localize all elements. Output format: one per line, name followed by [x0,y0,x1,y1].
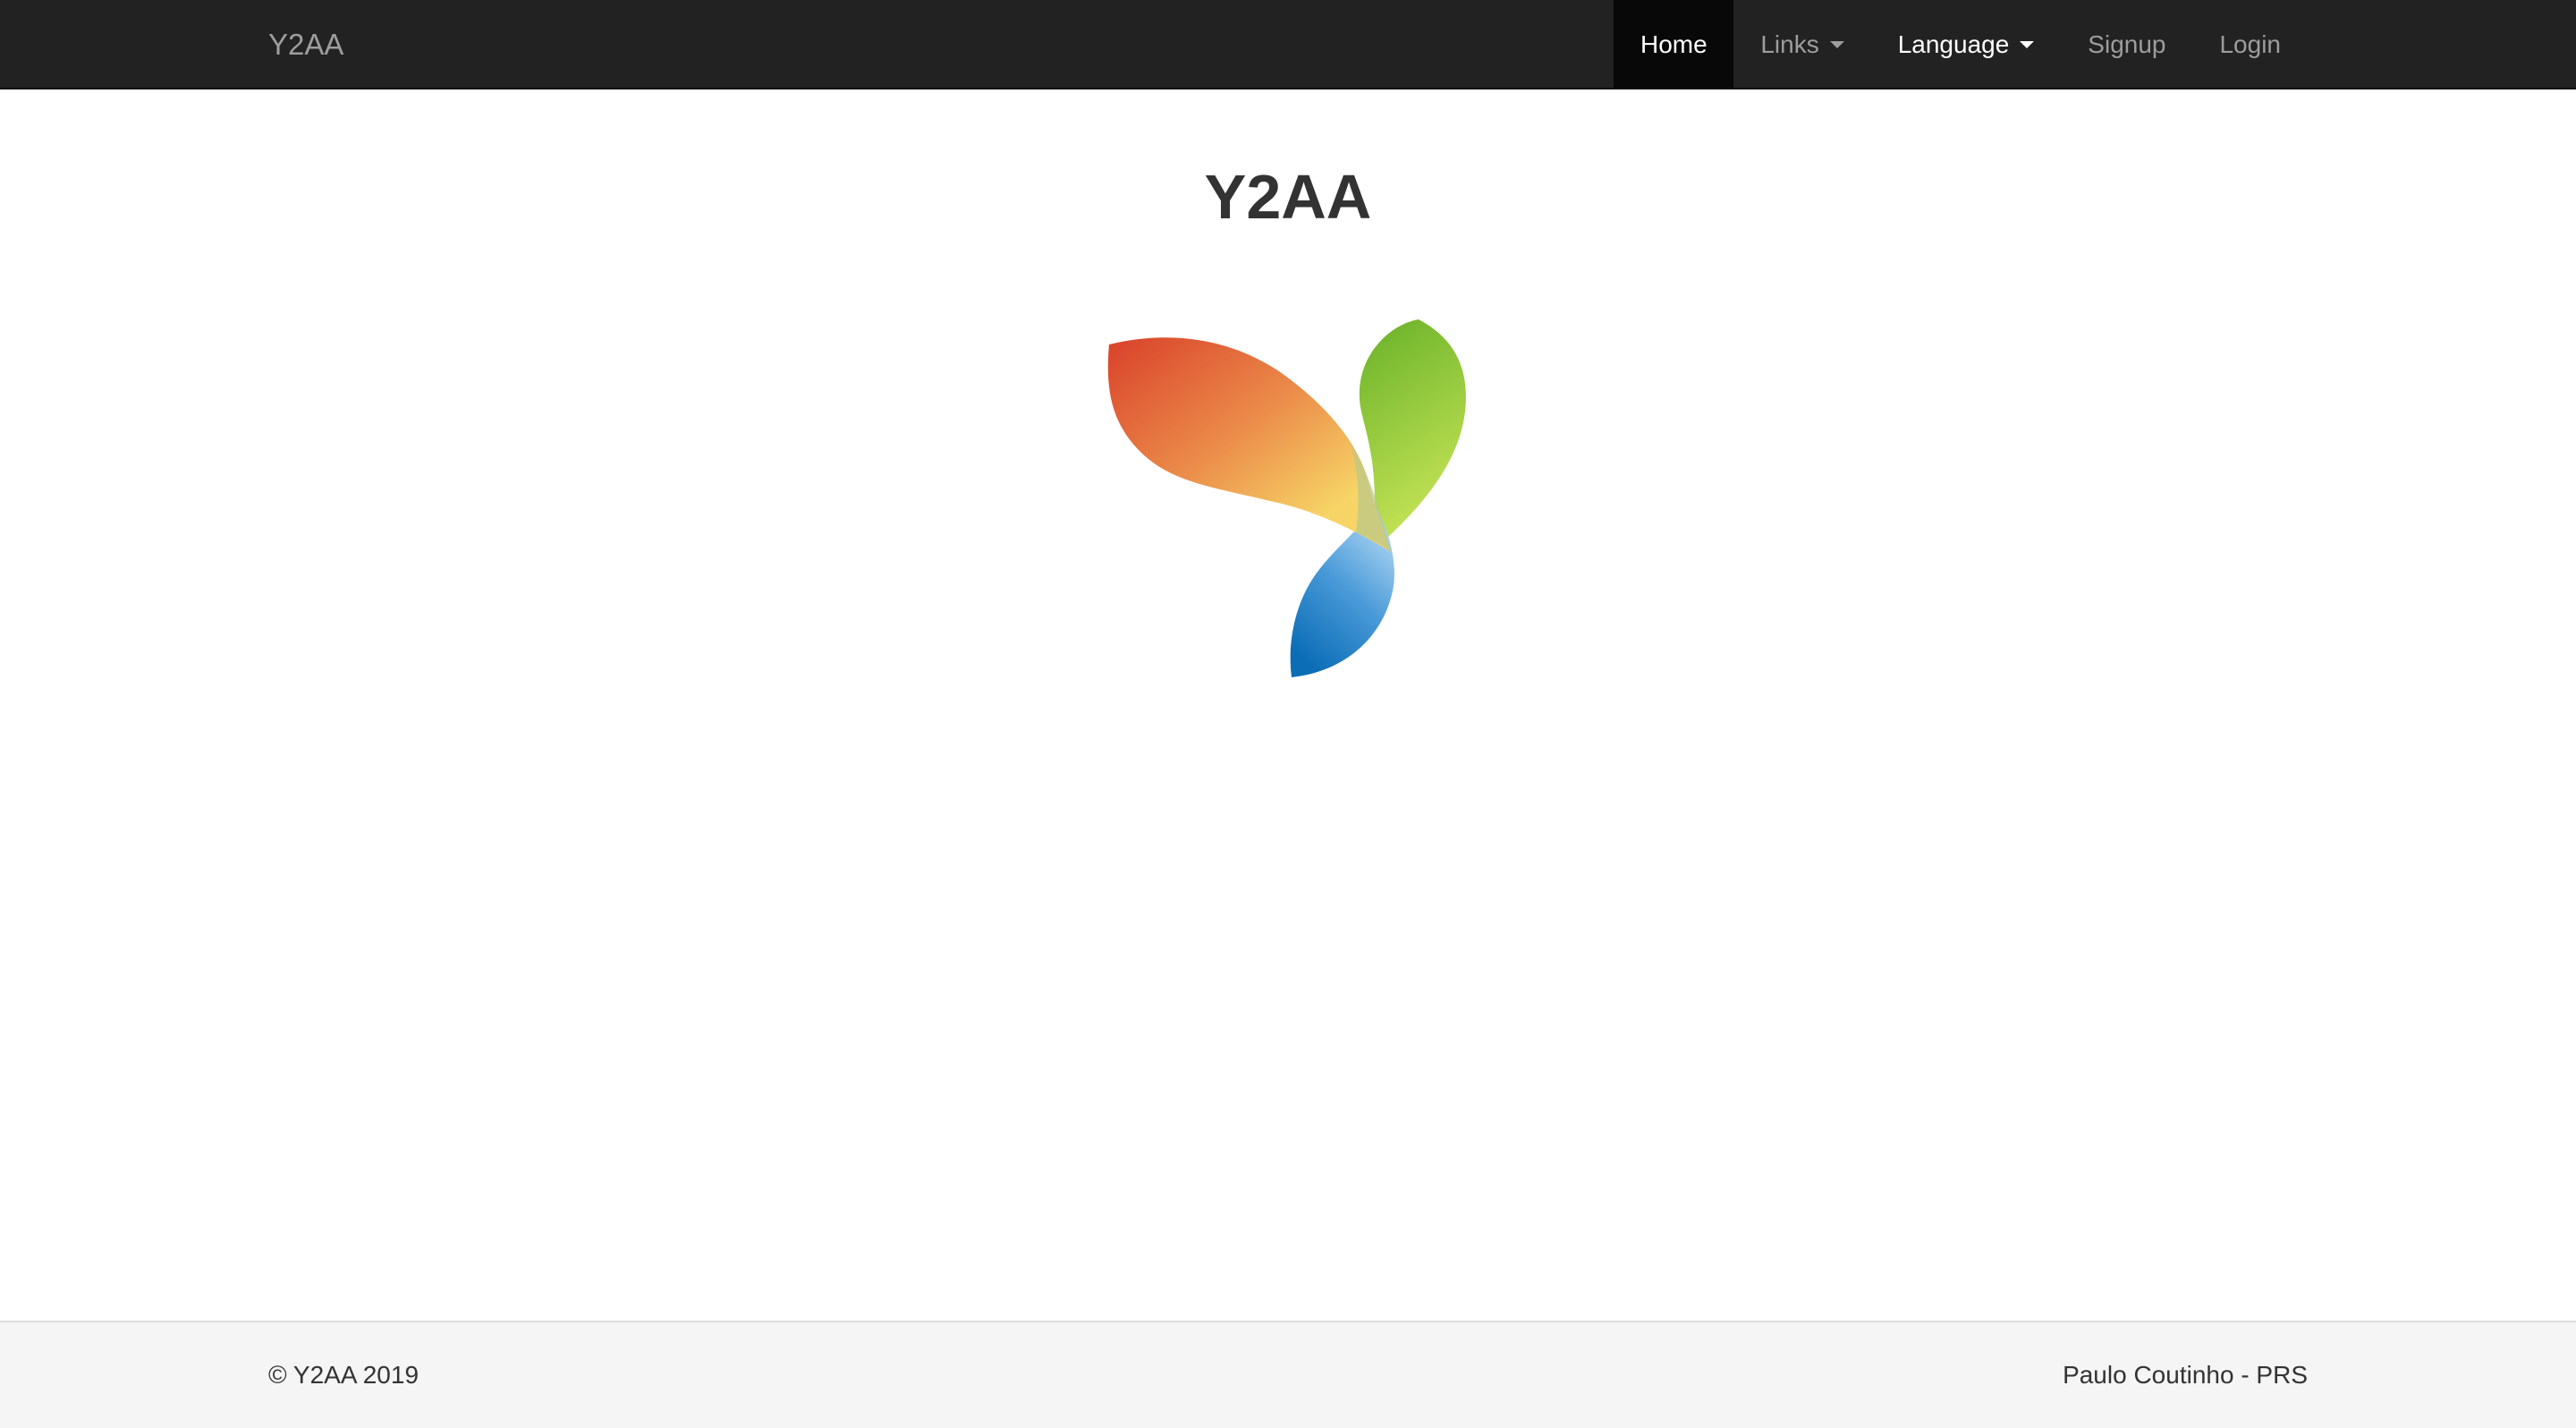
nav-menu: Home Links Language Signup Login [1614,0,2576,89]
caret-down-icon [1829,41,1844,48]
nav-login[interactable]: Login [2192,0,2308,89]
yii-logo-icon [1107,319,1466,677]
nav-home-label: Home [1640,30,1707,58]
footer-copyright: © Y2AA 2019 [268,1361,419,1389]
nav-links-dropdown[interactable]: Links [1733,0,1870,89]
page-footer: © Y2AA 2019 Paulo Coutinho - PRS [0,1321,2576,1428]
nav-links-label: Links [1760,30,1819,58]
top-navbar: Y2AA Home Links Language Signup Login [0,0,2576,89]
nav-signup[interactable]: Signup [2061,0,2192,89]
nav-login-label: Login [2219,30,2281,58]
footer-credit: Paulo Coutinho - PRS [2063,1361,2308,1389]
nav-spacer [2308,0,2576,89]
nav-language-label: Language [1897,30,2010,58]
caret-down-icon [2020,41,2035,48]
nav-language-dropdown[interactable]: Language [1871,0,2062,89]
nav-signup-label: Signup [2088,30,2166,58]
nav-home[interactable]: Home [1614,0,1734,89]
brand-link[interactable]: Y2AA [268,0,343,89]
page-title: Y2AA [1204,162,1372,232]
